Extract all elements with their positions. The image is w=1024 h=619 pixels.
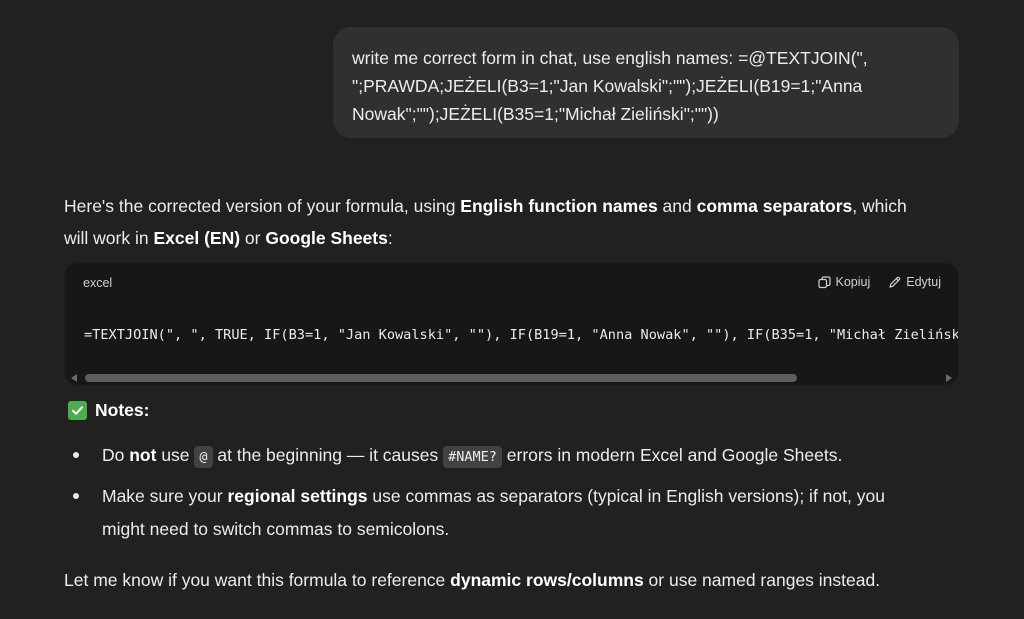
intro-bold: Excel (EN) [153, 228, 241, 248]
user-message-line: Nowak";"");JEŻELI(B35=1;"Michał Zielińsk… [352, 104, 719, 124]
code-actions: Kopiuj Edytuj [800, 275, 941, 289]
bullet-text: at the beginning — it causes [212, 445, 444, 465]
bullet-bold: regional settings [227, 486, 368, 506]
check-mark-icon [68, 401, 87, 420]
user-message-bubble: write me correct form in chat, use engli… [333, 27, 959, 138]
intro-text: or [240, 228, 266, 248]
notes-bullet-2-line-1: Make sure your regional settings use com… [102, 480, 885, 513]
intro-paragraph-line-1: Here's the corrected version of your for… [64, 190, 907, 222]
intro-text: Here's the corrected version of your for… [64, 196, 461, 216]
code-language-label: excel [83, 276, 113, 290]
intro-paragraph-line-2: will work in Excel (EN) or Google Sheets… [64, 222, 393, 254]
bullet-text: might need to switch commas to semicolon… [102, 519, 450, 539]
closing-text: Let me know if you want this formula to … [64, 570, 451, 590]
copy-button[interactable]: Kopiuj [817, 275, 871, 289]
bullet-text: errors in modern Excel and Google Sheets… [501, 445, 843, 465]
notes-bullet-1: Do not use @ at the beginning — it cause… [102, 439, 842, 474]
bullet-dot [73, 493, 79, 499]
closing-paragraph: Let me know if you want this formula to … [64, 564, 880, 596]
bullet-dot [73, 452, 79, 458]
intro-text: will work in [64, 228, 154, 248]
intro-text: : [387, 228, 393, 248]
inline-code: #NAME? [443, 446, 502, 468]
user-message-line: write me correct form in chat, use engli… [352, 48, 868, 68]
closing-text: or use named ranges instead. [643, 570, 881, 590]
closing-bold: dynamic rows/columns [450, 570, 644, 590]
intro-text: and [657, 196, 697, 216]
inline-code: @ [194, 446, 213, 468]
code-block: excel Kopiuj Edytuj =TEXTJOIN(", ", TRUE… [65, 263, 958, 385]
user-message-line: ";PRAWDA;JEŻELI(B3=1;"Jan Kowalski";"");… [352, 76, 863, 96]
copy-label: Kopiuj [835, 275, 871, 289]
edit-button[interactable]: Edytuj [888, 275, 941, 289]
intro-bold: English function names [460, 196, 658, 216]
bullet-bold: not [129, 445, 157, 465]
scroll-left-arrow-icon[interactable] [71, 374, 77, 382]
code-content: =TEXTJOIN(", ", TRUE, IF(B3=1, "Jan Kowa… [84, 327, 958, 343]
bullet-text: Make sure your [102, 486, 228, 506]
edit-label: Edytuj [906, 275, 941, 289]
copy-icon [817, 275, 831, 288]
bullet-text: Do [102, 445, 130, 465]
intro-text: , which [852, 196, 907, 216]
horizontal-scrollbar[interactable] [65, 370, 958, 385]
intro-bold: comma separators [696, 196, 853, 216]
intro-bold: Google Sheets [265, 228, 388, 248]
notes-bullet-2-line-2: might need to switch commas to semicolon… [102, 513, 449, 546]
pencil-icon [889, 276, 901, 288]
notes-heading-text: Notes: [95, 400, 150, 420]
notes-heading: Notes: [68, 400, 149, 421]
bullet-text: use [156, 445, 195, 465]
scroll-right-arrow-icon[interactable] [946, 374, 952, 382]
bullet-text: use commas as separators (typical in Eng… [367, 486, 885, 506]
scrollbar-thumb[interactable] [85, 374, 797, 382]
